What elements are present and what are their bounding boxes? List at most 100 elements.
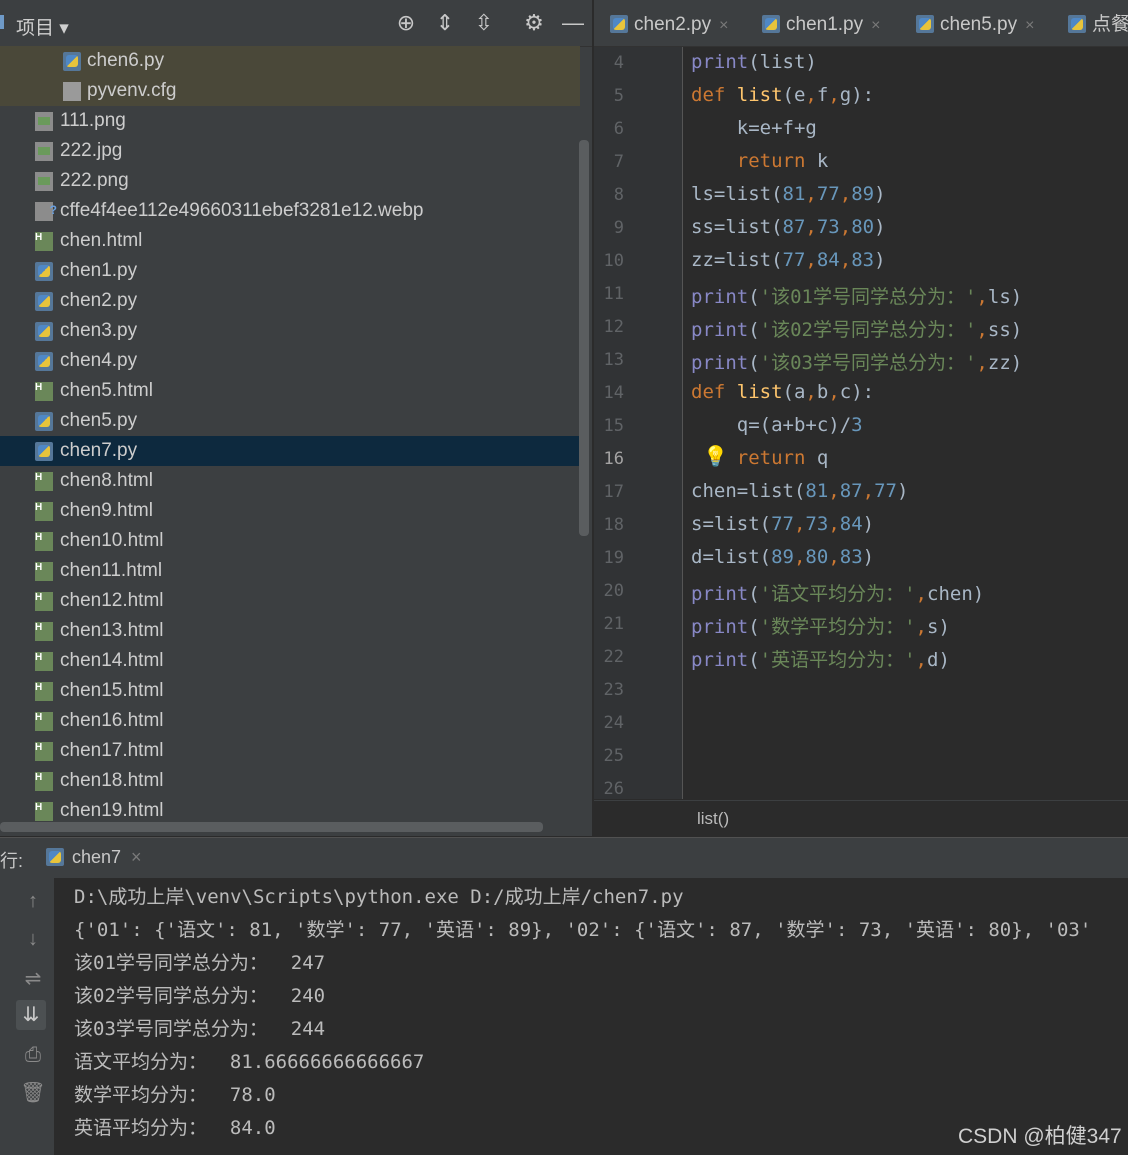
print-icon[interactable]: ⎙: [18, 1040, 48, 1070]
breadcrumb-bar: list(): [594, 800, 1128, 837]
code-token: ,: [828, 381, 840, 403]
file-item[interactable]: chen18.html: [0, 763, 580, 796]
file-item[interactable]: chen6.py: [0, 46, 580, 76]
file-item[interactable]: chen9.html: [0, 493, 580, 526]
code-token: '数学平均分为：': [759, 616, 916, 638]
breadcrumb[interactable]: list(): [697, 809, 729, 829]
file-item[interactable]: chen14.html: [0, 643, 580, 676]
html-file-icon: [35, 463, 53, 493]
file-item[interactable]: chen5.py: [0, 406, 580, 436]
code-line[interactable]: s=list(77,73,84): [691, 513, 874, 535]
collapse-all-icon[interactable]: ⇳: [471, 10, 497, 36]
project-title[interactable]: 项目 ▾: [16, 13, 69, 40]
code-token: 89: [771, 546, 794, 568]
file-name: chen18.html: [60, 770, 164, 791]
line-number: 23: [603, 680, 624, 700]
code-token: ): [874, 249, 886, 271]
code-line[interactable]: print('该01学号同学总分为：',ls): [691, 282, 1022, 309]
arrow-down-icon[interactable]: ↓: [18, 924, 48, 954]
file-item[interactable]: chen12.html: [0, 583, 580, 616]
close-icon[interactable]: ×: [131, 847, 142, 867]
file-name: 111.png: [60, 110, 126, 131]
file-item[interactable]: 222.jpg: [0, 136, 580, 166]
file-item[interactable]: chen3.py: [0, 316, 580, 346]
file-item[interactable]: chen8.html: [0, 463, 580, 496]
code-token: (: [748, 649, 760, 671]
file-item[interactable]: chen17.html: [0, 733, 580, 766]
file-item[interactable]: chen10.html: [0, 523, 580, 556]
code-line[interactable]: q=(a+b+c)/3: [691, 414, 863, 436]
line-number: 16: [603, 449, 624, 469]
tab-0[interactable]: chen2.py ×: [610, 0, 728, 46]
code-line[interactable]: print('该03学号同学总分为：',zz): [691, 348, 1022, 375]
lightbulb-icon[interactable]: 💡: [703, 444, 728, 469]
arrow-up-icon[interactable]: ↑: [18, 886, 48, 916]
line-number: 17: [603, 482, 624, 502]
file-item[interactable]: chen7.py: [0, 436, 580, 466]
file-item[interactable]: chen13.html: [0, 613, 580, 646]
soft-wrap-icon[interactable]: ⇌: [18, 964, 48, 994]
tab-1[interactable]: chen1.py ×: [762, 0, 880, 46]
py-file-icon: [35, 322, 53, 341]
code-token: (list): [748, 51, 817, 73]
tab-label: chen5.py: [940, 14, 1018, 35]
file-item[interactable]: 222.png: [0, 166, 580, 196]
code-line[interactable]: print('该02学号同学总分为：',ss): [691, 315, 1022, 342]
code-line[interactable]: d=list(89,80,83): [691, 546, 874, 568]
file-item[interactable]: cffe4f4ee112e49660311ebef3281e12.webp: [0, 195, 580, 226]
code-line[interactable]: chen=list(81,87,77): [691, 480, 908, 502]
file-item[interactable]: chen4.py: [0, 346, 580, 376]
code-line[interactable]: ls=list(81,77,89): [691, 183, 886, 205]
file-item[interactable]: pyvenv.cfg: [0, 76, 580, 106]
tab-label: 点餐: [1092, 14, 1128, 35]
close-icon[interactable]: ×: [719, 17, 728, 34]
tab-2[interactable]: chen5.py ×: [916, 0, 1034, 46]
code-line[interactable]: print('语文平均分为：',chen): [691, 579, 984, 606]
file-item[interactable]: chen16.html: [0, 703, 580, 736]
file-item[interactable]: chen5.html: [0, 373, 580, 406]
code-token: ): [896, 480, 909, 502]
gear-icon[interactable]: ⚙: [521, 10, 547, 36]
tab-3[interactable]: 点餐: [1068, 0, 1128, 46]
file-item[interactable]: chen2.py: [0, 286, 580, 316]
console-output[interactable]: D:\成功上岸\venv\Scripts\python.exe D:/成功上岸/…: [55, 878, 1128, 1155]
console-line: 该03学号同学总分为： 244: [74, 1018, 326, 1040]
code-token: ): [874, 216, 886, 238]
project-icon: [0, 15, 4, 29]
code-token: print: [691, 616, 749, 638]
code-line[interactable]: def list(a,b,c):: [691, 381, 874, 403]
file-item[interactable]: 111.png: [0, 106, 580, 136]
vertical-scrollbar[interactable]: [579, 140, 589, 536]
code-line[interactable]: k=e+f+g: [691, 117, 817, 139]
code-line[interactable]: zz=list(77,84,83): [691, 249, 886, 271]
file-item[interactable]: chen11.html: [0, 553, 580, 586]
code-line[interactable]: return k: [691, 150, 829, 172]
line-number: 22: [603, 647, 624, 667]
locate-icon[interactable]: ⊕: [393, 10, 419, 36]
expand-all-icon[interactable]: ⇕: [432, 10, 458, 36]
horizontal-scrollbar[interactable]: [0, 822, 543, 832]
file-item[interactable]: chen1.py: [0, 256, 580, 286]
file-item[interactable]: chen15.html: [0, 673, 580, 706]
code-line[interactable]: print('数学平均分为：',s): [691, 612, 950, 639]
code-line[interactable]: def list(e,f,g):: [691, 84, 874, 106]
trash-icon[interactable]: 🗑: [18, 1078, 48, 1108]
code-token: ,: [828, 480, 840, 502]
run-tab-chen7[interactable]: chen7 ×: [46, 847, 142, 868]
code-line[interactable]: print(list): [691, 51, 817, 73]
close-icon[interactable]: ×: [871, 17, 880, 34]
close-icon[interactable]: ×: [1025, 17, 1034, 34]
file-name: pyvenv.cfg: [87, 80, 177, 101]
minimize-icon[interactable]: —: [560, 10, 586, 36]
code-token: print: [691, 319, 749, 341]
code-token: 89: [851, 183, 875, 205]
code-line[interactable]: ss=list(87,73,80): [691, 216, 886, 238]
scroll-to-end-icon[interactable]: ⇊: [16, 1000, 46, 1030]
code-token: 3: [851, 414, 863, 436]
line-number: 6: [613, 119, 624, 139]
code-line[interactable]: print('英语平均分为：',d): [691, 645, 950, 672]
file-item[interactable]: chen.html: [0, 223, 580, 256]
code-editor[interactable]: print(list) def list(e,f,g): k=e+f+g retu…: [683, 47, 1128, 799]
code-token: (: [748, 352, 760, 374]
code-token: (e: [782, 84, 806, 106]
